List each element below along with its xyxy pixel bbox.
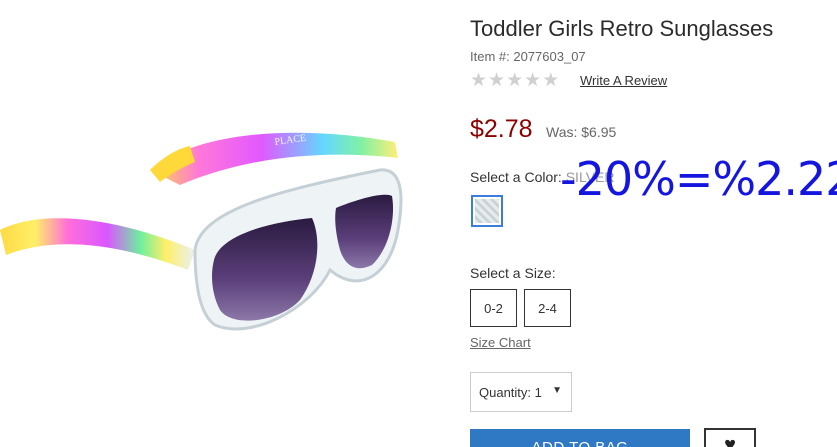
star-icon: ★ [542, 70, 560, 91]
swatch-pattern [475, 199, 499, 223]
product-image: PLACE [0, 100, 410, 350]
heart-icon: ♥ [724, 434, 736, 447]
sale-price: $2.78 [470, 115, 533, 143]
color-label-text: Select a Color: [470, 169, 566, 185]
size-option-2-4[interactable]: 2-4 [524, 289, 571, 327]
add-to-bag-button[interactable]: ADD TO BAG [470, 429, 690, 447]
write-review-link[interactable]: Write A Review [580, 73, 667, 88]
size-chart-link[interactable]: Size Chart [470, 335, 531, 350]
quantity-value: 1 [534, 384, 542, 400]
color-swatch-silver[interactable] [471, 195, 503, 227]
size-option-0-2[interactable]: 0-2 [470, 289, 517, 327]
quantity-label: Quantity: [479, 384, 532, 400]
wishlist-button[interactable]: ♥ [704, 428, 756, 447]
star-icon: ★ [506, 70, 524, 91]
star-icon: ★ [524, 70, 542, 91]
item-number: Item #: 2077603_07 [470, 49, 586, 64]
was-price: Was: $6.95 [546, 124, 617, 140]
size-label: Select a Size: [470, 265, 556, 281]
quantity-select[interactable]: Quantity: 1 ▼ [470, 372, 572, 412]
star-icon: ★ [470, 70, 488, 91]
rating-stars: ★ ★ ★ ★ ★ [470, 71, 559, 90]
overlay-annotation: -20%=%2.22 [560, 152, 837, 206]
product-title: Toddler Girls Retro Sunglasses [470, 16, 774, 41]
caret-down-icon: ▼ [552, 385, 562, 396]
star-icon: ★ [488, 70, 506, 91]
